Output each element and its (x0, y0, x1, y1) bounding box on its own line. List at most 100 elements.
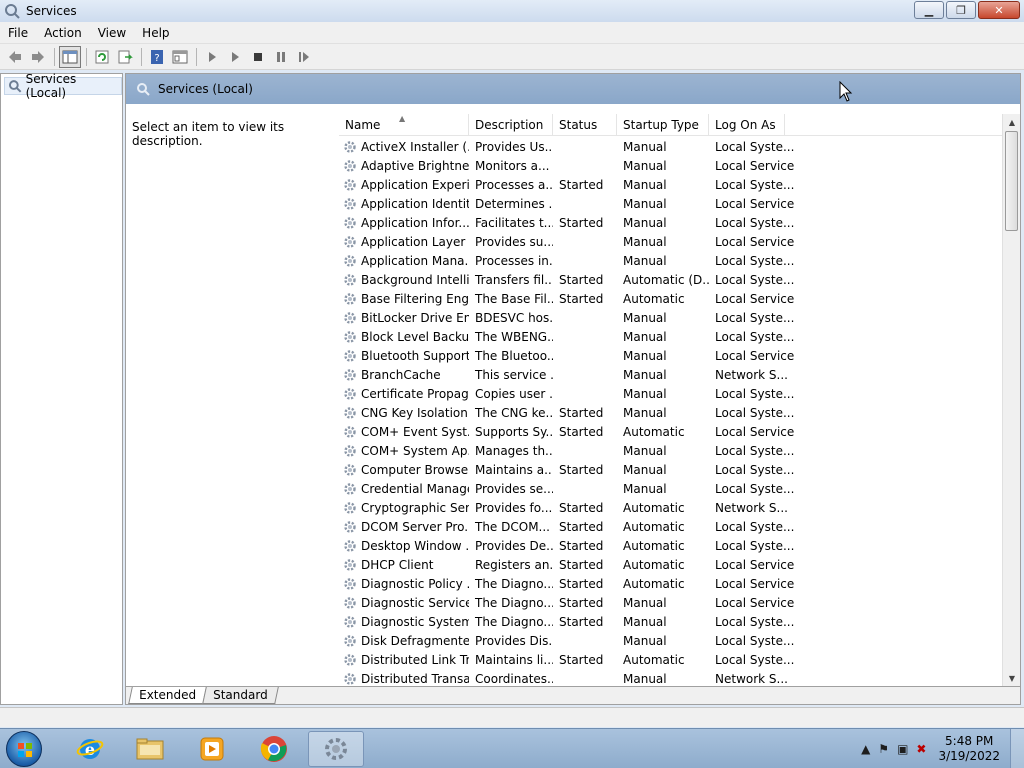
table-row[interactable]: Diagnostic Service... The Diagno... Starte… (339, 593, 1001, 612)
tab-extended[interactable]: Extended (128, 687, 207, 704)
menu-help[interactable]: Help (134, 22, 177, 44)
menu-action[interactable]: Action (36, 22, 90, 44)
taskbar-internet-explorer[interactable]: e (62, 731, 118, 767)
properties-button[interactable] (169, 46, 191, 68)
cell-log-on-as: Local Syste... (715, 253, 795, 268)
table-row[interactable]: COM+ System Ap... Manages th... Manual Loca… (339, 441, 1001, 460)
stop-service-button[interactable] (247, 46, 269, 68)
gear-icon (344, 349, 356, 362)
start-service-alt-button[interactable] (224, 46, 246, 68)
file-explorer-icon (136, 738, 164, 760)
table-row[interactable]: Computer Browser Maintains a... Started Man… (339, 460, 1001, 479)
menu-view[interactable]: View (90, 22, 134, 44)
table-row[interactable]: Block Level Backu... The WBENG... Manual Lo… (339, 327, 1001, 346)
table-row[interactable]: DCOM Server Pro... The DCOM... Started Auto… (339, 517, 1001, 536)
taskbar-file-explorer[interactable] (122, 731, 178, 767)
services-icon (325, 738, 347, 760)
show-desktop-button[interactable] (1010, 729, 1024, 768)
cell-status: Started (559, 519, 604, 534)
scrollbar-thumb[interactable] (1005, 131, 1018, 231)
cell-log-on-as: Local Service (715, 196, 795, 211)
table-row[interactable]: Distributed Link Tr... Maintains li... Sta… (339, 650, 1001, 669)
action-center-flag-icon[interactable]: ⚑ (878, 742, 889, 756)
close-button[interactable]: ✕ (978, 1, 1020, 19)
table-row[interactable]: Credential Manager Provides se... Manual Lo… (339, 479, 1001, 498)
cell-status: Started (559, 557, 604, 572)
table-row[interactable]: Background Intelli... Transfers fil... Sta… (339, 270, 1001, 289)
clock[interactable]: 5:48 PM 3/19/2022 (938, 734, 1000, 764)
table-row[interactable]: Disk Defragmenter Provides Dis... Manual Lo… (339, 631, 1001, 650)
taskbar-services[interactable] (308, 731, 364, 767)
table-row[interactable]: Application Mana... Processes in... Manual… (339, 251, 1001, 270)
refresh-button[interactable] (91, 46, 113, 68)
cell-log-on-as: Local Syste... (715, 139, 795, 154)
table-row[interactable]: ActiveX Installer (... Provides Us... Manu… (339, 137, 1001, 156)
table-row[interactable]: Application Identity Determines ... Manual… (339, 194, 1001, 213)
volume-muted-icon[interactable]: ✖ (916, 742, 926, 756)
cell-name: Disk Defragmenter (339, 634, 469, 648)
column-header-description[interactable]: Description (469, 114, 553, 136)
restore-icon: ❐ (956, 3, 966, 17)
table-row[interactable]: Bluetooth Support... The Bluetoo... Manual… (339, 346, 1001, 365)
column-header-status[interactable]: Status (553, 114, 617, 136)
table-row[interactable]: Application Experi... Processes a... Start… (339, 175, 1001, 194)
tab-standard[interactable]: Standard (202, 687, 279, 704)
scroll-down-icon[interactable]: ▼ (1003, 670, 1020, 686)
tree-item-services-local[interactable]: Services (Local) (4, 72, 122, 100)
internet-explorer-icon: e (76, 739, 104, 759)
tree-item-label: Services (Local) (25, 72, 77, 100)
cell-description: Maintains li... (475, 652, 553, 667)
table-row[interactable]: Base Filtering Engi... The Base Fil... Sta… (339, 289, 1001, 308)
column-header-startup-type[interactable]: Startup Type (617, 114, 709, 136)
taskbar-chrome[interactable] (246, 731, 302, 767)
cell-log-on-as: Local Service (715, 424, 795, 439)
table-row[interactable]: Diagnostic Policy ... The Diagno... Starte… (339, 574, 1001, 593)
clock-time: 5:48 PM (945, 734, 994, 748)
cell-startup-type: Automatic (623, 519, 685, 534)
table-row[interactable]: Desktop Window ... Provides De... Started A… (339, 536, 1001, 555)
minimize-button[interactable]: ▁ (914, 1, 944, 19)
column-header-log-on-as[interactable]: Log On As (709, 114, 785, 136)
cell-log-on-as: Local Service (715, 158, 795, 173)
gear-magnifier-icon (137, 83, 150, 96)
column-header-name[interactable]: ▲ Name (339, 114, 469, 136)
start-button[interactable] (6, 731, 42, 767)
table-row[interactable]: Cryptographic Ser... Provides fo... Starte… (339, 498, 1001, 517)
help-button[interactable]: ? (146, 46, 168, 68)
forward-button[interactable] (27, 46, 49, 68)
column-header-label: Startup Type (623, 118, 699, 132)
export-list-button[interactable] (114, 46, 136, 68)
cell-startup-type: Manual (623, 386, 667, 401)
table-row[interactable]: BitLocker Drive En... BDESVC hos... Manual… (339, 308, 1001, 327)
cell-log-on-as: Local Syste... (715, 652, 795, 667)
start-service-button[interactable] (201, 46, 223, 68)
restart-service-button[interactable] (293, 46, 315, 68)
table-row[interactable]: Diagnostic System... The Diagno... Started… (339, 612, 1001, 631)
show-hide-tree-button[interactable] (59, 45, 81, 68)
cell-description: Coordinates... (475, 671, 553, 686)
menu-file[interactable]: File (0, 22, 36, 44)
show-hidden-icons-icon[interactable]: ▲ (861, 742, 870, 756)
table-row[interactable]: CNG Key Isolation The CNG ke... Started Man… (339, 403, 1001, 422)
cell-name: Application Identity (339, 197, 469, 211)
table-row[interactable]: Application Infor... Facilitates t... Star… (339, 213, 1001, 232)
cell-log-on-as: Local Syste... (715, 633, 795, 648)
back-button[interactable] (4, 46, 26, 68)
cell-description: BDESVC hos... (475, 310, 553, 325)
network-icon[interactable]: ▣ (897, 742, 908, 756)
taskbar-media-player[interactable] (184, 731, 240, 767)
table-row[interactable]: Distributed Transa... Coordinates... Manua… (339, 669, 1001, 686)
vertical-scrollbar[interactable]: ▲ ▼ (1002, 114, 1020, 686)
column-header-label: Description (475, 118, 544, 132)
cell-name: Application Layer ... (339, 235, 469, 249)
table-row[interactable]: DHCP Client Registers an... Started Automat… (339, 555, 1001, 574)
table-row[interactable]: COM+ Event Syst... Supports Sy... Started A… (339, 422, 1001, 441)
scroll-up-icon[interactable]: ▲ (1003, 114, 1020, 130)
table-row[interactable]: Certificate Propag... Copies user ... Manu… (339, 384, 1001, 403)
pause-service-button[interactable] (270, 46, 292, 68)
table-row[interactable]: BranchCache This service ... Manual Network… (339, 365, 1001, 384)
table-row[interactable]: Application Layer ... Provides su... Manua… (339, 232, 1001, 251)
table-row[interactable]: Adaptive Brightness Monitors a... Manual Lo… (339, 156, 1001, 175)
restore-button[interactable]: ❐ (946, 1, 976, 19)
cell-startup-type: Automatic (623, 576, 685, 591)
